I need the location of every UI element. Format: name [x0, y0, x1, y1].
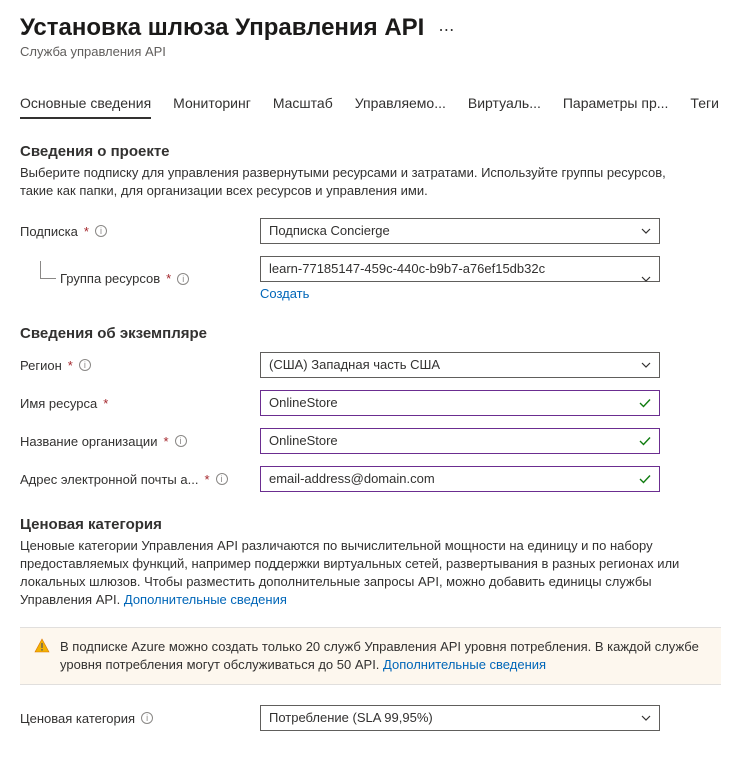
- tab-tags[interactable]: Теги: [690, 95, 718, 119]
- warning-icon: [34, 638, 50, 654]
- resource-name-label: Имя ресурса *: [20, 396, 260, 411]
- tab-scale[interactable]: Масштаб: [273, 95, 333, 119]
- tree-line-icon: [40, 261, 56, 279]
- organization-label: Название организации * i: [20, 434, 260, 449]
- tab-virtual[interactable]: Виртуаль...: [468, 95, 541, 119]
- check-icon: [638, 396, 652, 410]
- region-select[interactable]: (США) Западная часть США: [260, 352, 660, 378]
- check-icon: [638, 472, 652, 486]
- info-icon[interactable]: i: [141, 712, 153, 724]
- project-description: Выберите подписку для управления разверн…: [20, 164, 700, 200]
- info-icon[interactable]: i: [175, 435, 187, 447]
- resourcegroup-label: Группа ресурсов * i: [20, 271, 260, 286]
- page-title: Установка шлюза Управления API: [20, 14, 424, 42]
- tab-protocol[interactable]: Параметры пр...: [563, 95, 669, 119]
- region-label: Регион * i: [20, 358, 260, 373]
- instance-heading: Сведения об экземпляре: [20, 325, 721, 342]
- callout-learn-more-link[interactable]: Дополнительные сведения: [383, 657, 546, 672]
- pricing-description: Ценовые категории Управления API различа…: [20, 537, 700, 609]
- resource-name-input[interactable]: OnlineStore: [260, 390, 660, 416]
- info-icon[interactable]: i: [177, 273, 189, 285]
- pricing-tier-select[interactable]: Потребление (SLA 99,95%): [260, 705, 660, 731]
- organization-input[interactable]: OnlineStore: [260, 428, 660, 454]
- subtitle: Служба управления API: [20, 44, 721, 59]
- info-icon[interactable]: i: [216, 473, 228, 485]
- project-heading: Сведения о проекте: [20, 143, 721, 160]
- pricing-tier-label: Ценовая категория i: [20, 711, 260, 726]
- more-icon[interactable]: ⋯: [438, 16, 456, 40]
- learn-more-link[interactable]: Дополнительные сведения: [124, 592, 287, 607]
- create-new-link[interactable]: Создать: [260, 286, 660, 301]
- pricing-heading: Ценовая категория: [20, 516, 721, 533]
- subscription-select[interactable]: Подписка Concierge: [260, 218, 660, 244]
- admin-email-input[interactable]: email-address@domain.com: [260, 466, 660, 492]
- info-icon[interactable]: i: [79, 359, 91, 371]
- admin-email-label: Адрес электронной почты а... * i: [20, 472, 260, 487]
- tab-monitoring[interactable]: Мониторинг: [173, 95, 251, 119]
- tabs: Основные сведения Мониторинг Масштаб Упр…: [20, 95, 721, 119]
- resourcegroup-select[interactable]: learn-77185147-459c-440c-b9b7-a76ef15db3…: [260, 256, 660, 282]
- check-icon: [638, 434, 652, 448]
- warning-callout: В подписке Azure можно создать только 20…: [20, 627, 721, 685]
- tab-basics[interactable]: Основные сведения: [20, 95, 151, 119]
- subscription-label: Подписка * i: [20, 224, 260, 239]
- tab-managed[interactable]: Управляемо...: [355, 95, 446, 119]
- info-icon[interactable]: i: [95, 225, 107, 237]
